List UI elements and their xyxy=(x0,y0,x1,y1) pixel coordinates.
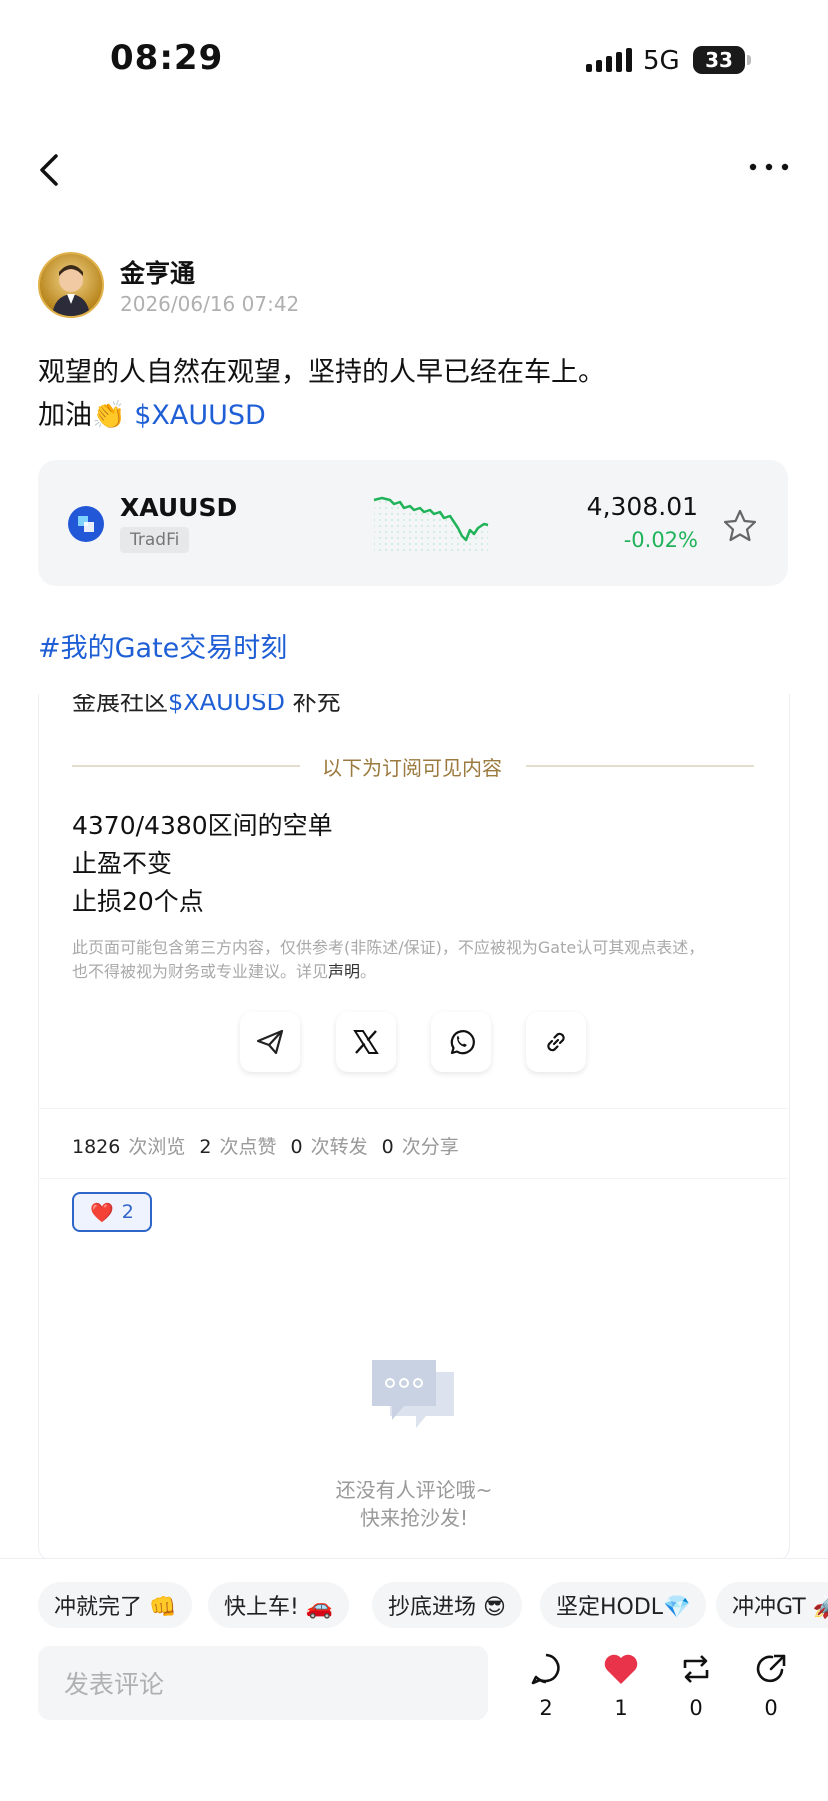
signal-icon xyxy=(586,48,632,72)
heart-reaction-badge[interactable]: ❤️ 2 xyxy=(72,1192,152,1232)
views-count: 1826 xyxy=(72,1136,121,1158)
more-options-icon[interactable] xyxy=(748,160,790,174)
empty-comments-line2: 快来抢沙发! xyxy=(359,1506,469,1530)
favorite-star-icon[interactable] xyxy=(722,508,758,544)
views-label: 次浏览 xyxy=(128,1136,186,1158)
quick-reply-chip[interactable]: 坚定HODL💎 xyxy=(540,1582,707,1628)
battery-tip xyxy=(747,55,751,65)
share-icon xyxy=(756,1654,786,1683)
content-line: 4370/4380区间的空单 xyxy=(72,811,333,840)
whatsapp-icon xyxy=(450,1030,475,1055)
content-line: 止损20个点 xyxy=(72,887,204,916)
disclaimer-prefix: 也不得被视为财务或专业建议。详见 xyxy=(72,962,329,981)
ticker-symbol: XAUUSD xyxy=(120,493,238,522)
author-name[interactable]: 金亨通 xyxy=(120,254,195,290)
copy-link-button[interactable] xyxy=(526,1012,586,1072)
separator xyxy=(38,1178,788,1179)
reposts-label: 次转发 xyxy=(310,1136,368,1158)
x-logo-icon xyxy=(353,1030,379,1054)
truncated-ticker-link[interactable]: $XAUUSD xyxy=(168,694,285,716)
post-text-prefix: 加油👏 xyxy=(38,400,135,431)
post-text-line-2: 加油👏 $XAUUSD xyxy=(38,393,266,432)
shares-label: 次分享 xyxy=(401,1136,459,1158)
like-count: 1 xyxy=(614,1696,628,1720)
post-timestamp: 2026/06/16 07:42 xyxy=(120,292,300,316)
quick-reply-chip[interactable]: 快上车! 🚗 xyxy=(208,1582,350,1628)
reaction-count: 2 xyxy=(121,1201,134,1223)
empty-comments-icon xyxy=(372,1360,454,1428)
post-text-line: 观望的人自然在观望，坚持的人早已经在车上。 xyxy=(38,357,605,388)
content-line: 止盈不变 xyxy=(72,849,173,878)
reaction-emoji: ❤️ xyxy=(90,1201,114,1224)
ticker-price: 4,308.01 xyxy=(586,492,698,521)
ticker-change: -0.02% xyxy=(623,528,698,552)
subscriber-divider-label: 以下为订阅可见内容 xyxy=(322,756,502,780)
likes-count: 2 xyxy=(199,1136,212,1158)
separator xyxy=(38,1108,788,1109)
comment-count: 2 xyxy=(539,1696,553,1720)
truncated-prefix: 金展社区 xyxy=(72,688,168,716)
empty-comments-line1: 还没有人评论哦~ xyxy=(335,1478,493,1502)
comment-input[interactable]: 发表评论 xyxy=(38,1646,488,1720)
shares-count: 0 xyxy=(381,1136,394,1158)
sparkline-chart xyxy=(373,496,489,552)
comment-action-button[interactable] xyxy=(521,1652,571,1688)
ticker-link[interactable]: $XAUUSD xyxy=(134,400,266,431)
divider-left xyxy=(72,765,300,767)
share-telegram-button[interactable] xyxy=(240,1012,300,1072)
comment-placeholder: 发表评论 xyxy=(64,1670,165,1699)
share-count: 0 xyxy=(764,1696,778,1720)
truncated-suffix: 补充 xyxy=(284,688,341,716)
share-action-button[interactable] xyxy=(746,1652,796,1688)
quick-reply-chip[interactable]: 冲就完了 👊 xyxy=(38,1582,193,1628)
hashtag-link[interactable]: #我的Gate交易时刻 xyxy=(38,626,287,665)
repost-count: 0 xyxy=(689,1696,703,1720)
disclaimer-text-2: 也不得被视为财务或专业建议。详见声明。 xyxy=(72,958,376,982)
repost-action-button[interactable] xyxy=(671,1652,721,1688)
likes-label: 次点赞 xyxy=(219,1136,277,1158)
ticker-tag: TradFi xyxy=(120,527,190,553)
share-x-button[interactable] xyxy=(336,1012,396,1072)
battery-icon: 33 xyxy=(693,46,745,74)
network-type: 5G xyxy=(643,46,680,76)
quick-reply-chip[interactable]: 冲冲GT 🚀 xyxy=(716,1582,828,1628)
telegram-icon xyxy=(256,1029,284,1055)
status-time: 08:29 xyxy=(110,38,224,78)
like-action-button[interactable] xyxy=(596,1652,646,1688)
avatar-portrait-icon xyxy=(52,265,90,316)
heart-icon xyxy=(604,1654,638,1684)
divider-right xyxy=(526,765,754,767)
back-arrow-icon[interactable] xyxy=(36,150,64,190)
post-stats: 1826 次浏览 2 次点赞 0 次转发 0 次分享 xyxy=(72,1132,473,1159)
link-icon xyxy=(547,1032,565,1052)
comment-bubble-icon xyxy=(531,1653,560,1685)
share-whatsapp-button[interactable] xyxy=(431,1012,491,1072)
battery-level: 33 xyxy=(705,48,733,72)
ticker-logo-icon xyxy=(68,506,104,542)
disclaimer-suffix: 。 xyxy=(360,962,377,981)
disclaimer-link[interactable]: 声明 xyxy=(328,962,360,981)
disclaimer-text: 此页面可能包含第三方内容，仅供参考(非陈述/保证)，不应被视为Gate认可其观点… xyxy=(72,938,705,957)
quick-reply-chip[interactable]: 抄底进场 😎 xyxy=(372,1582,522,1628)
repost-icon xyxy=(683,1655,709,1683)
truncated-text-line: 金展社区$XAUUSD 补充 xyxy=(72,688,341,717)
avatar[interactable] xyxy=(38,252,104,318)
reposts-count: 0 xyxy=(290,1136,303,1158)
